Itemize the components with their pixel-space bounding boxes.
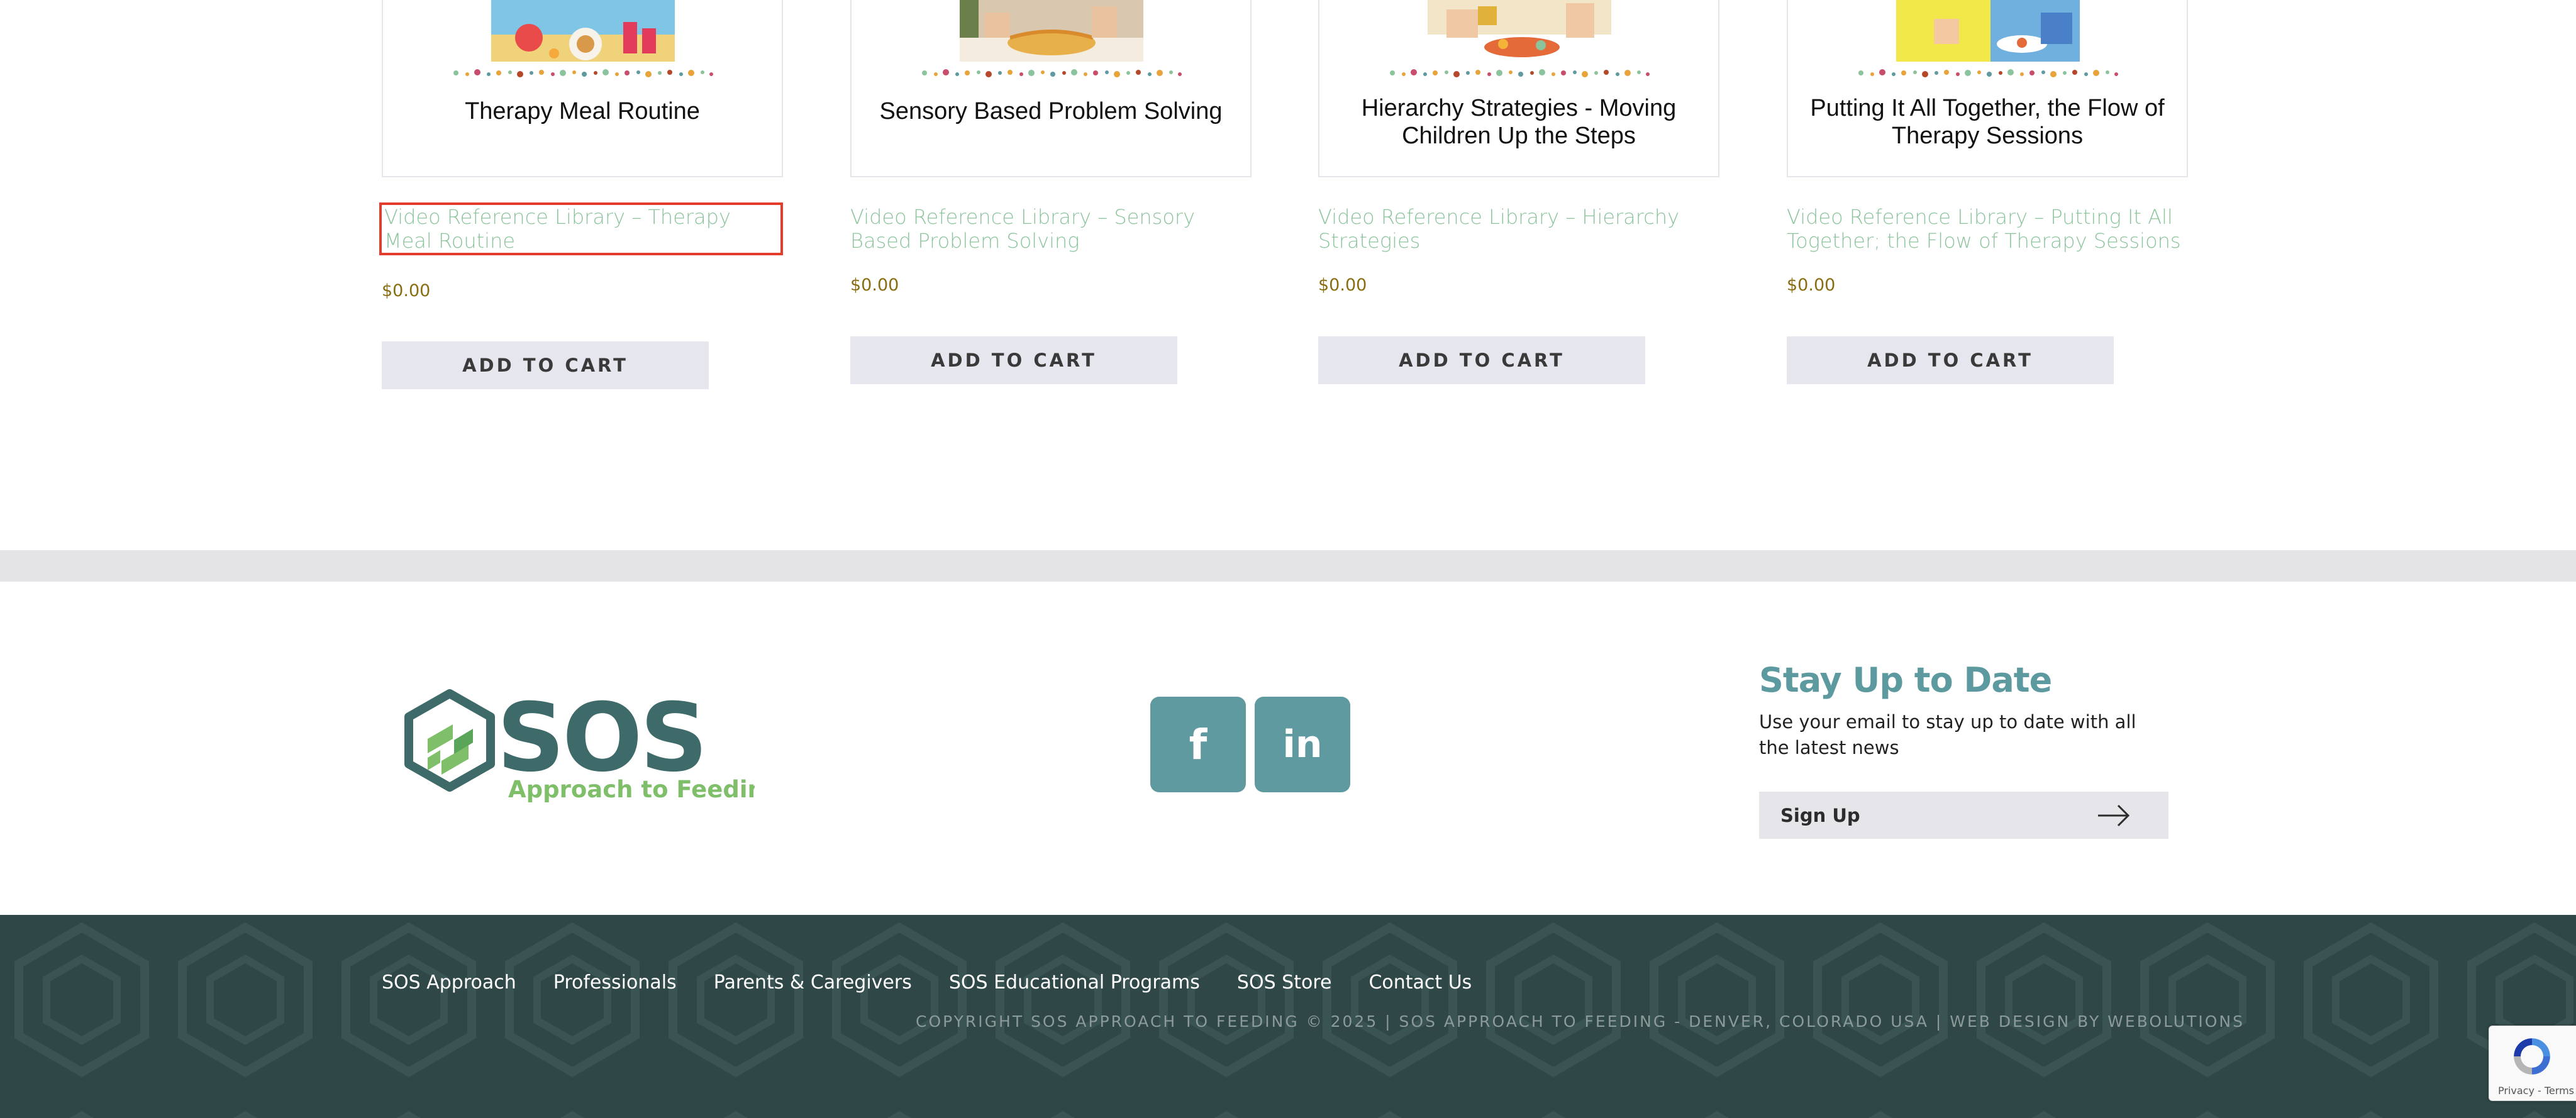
product-link[interactable]: Video Reference Library – Hierarchy Stra… (1318, 205, 1714, 253)
footer-nav-contact-us[interactable]: Contact Us (1368, 971, 1472, 993)
product-link[interactable]: Video Reference Library – Putting It All… (1787, 205, 2183, 253)
footer-nav: SOS Approach Professionals Parents & Car… (382, 971, 1509, 993)
recaptcha-badge[interactable]: Privacy - Terms (2489, 1026, 2576, 1101)
product-card: Sensory Based Problem Solving Video Refe… (850, 0, 1252, 384)
decorative-dots (1858, 69, 2118, 77)
card-title[interactable]: Putting It All Together, the Flow of The… (1801, 94, 2174, 150)
product-thumbnail-box[interactable]: Hierarchy Strategies - Moving Children U… (1318, 0, 1719, 177)
footer-nav-sos-approach[interactable]: SOS Approach (382, 971, 516, 993)
add-to-cart-button[interactable]: ADD TO CART (850, 336, 1177, 384)
product-price: $0.00 (850, 275, 899, 295)
add-to-cart-button[interactable]: ADD TO CART (382, 341, 709, 389)
copyright-text: COPYRIGHT SOS APPROACH TO FEEDING © 2025… (916, 1012, 2245, 1031)
newsletter-text: Use your email to stay up to date with a… (1759, 711, 2136, 758)
product-card: Hierarchy Strategies - Moving Children U… (1318, 0, 1719, 384)
card-title[interactable]: Therapy Meal Routine (396, 97, 769, 125)
logo-sub-text: Approach to Feeding (508, 776, 755, 803)
product-grid: Therapy Meal Routine Video Reference Lib… (0, 0, 2576, 550)
logo-registered-mark: ® (672, 758, 686, 774)
product-thumbnail-box[interactable]: Sensory Based Problem Solving (850, 0, 1252, 177)
product-image[interactable] (491, 0, 675, 62)
product-price: $0.00 (1787, 275, 1836, 295)
add-to-cart-button[interactable]: ADD TO CART (1787, 336, 2114, 384)
product-card: Putting It All Together, the Flow of The… (1787, 0, 2188, 384)
footer-nav-educational-programs[interactable]: SOS Educational Programs (949, 971, 1200, 993)
product-image[interactable] (1428, 0, 1611, 62)
decorative-dots (453, 69, 713, 77)
decorative-dots (922, 69, 1182, 77)
arrow-right-icon (2098, 804, 2130, 827)
footer-bottom: SOS Approach Professionals Parents & Car… (0, 915, 2576, 1118)
product-link[interactable]: Video Reference Library – Therapy Meal R… (379, 202, 783, 255)
card-title[interactable]: Hierarchy Strategies - Moving Children U… (1332, 94, 1706, 150)
newsletter-title: Stay Up to Date (1759, 660, 2052, 700)
product-link[interactable]: Video Reference Library – Sensory Based … (850, 205, 1246, 253)
footer-nav-professionals[interactable]: Professionals (553, 971, 677, 993)
product-image[interactable] (1896, 0, 2080, 62)
signup-label: Sign Up (1780, 804, 1860, 826)
sos-logo[interactable]: SOS ® Approach to Feeding (402, 689, 755, 808)
recaptcha-icon (2514, 1038, 2550, 1075)
product-thumbnail-box[interactable]: Putting It All Together, the Flow of The… (1787, 0, 2188, 177)
section-divider (0, 550, 2576, 582)
linkedin-icon: in (1282, 722, 1323, 767)
card-title[interactable]: Sensory Based Problem Solving (864, 97, 1238, 125)
signup-button[interactable]: Sign Up (1759, 792, 2168, 839)
product-thumbnail-box[interactable]: Therapy Meal Routine (382, 0, 783, 177)
product-price: $0.00 (382, 281, 431, 301)
footer-nav-parents-caregivers[interactable]: Parents & Caregivers (714, 971, 912, 993)
recaptcha-links[interactable]: Privacy - Terms (2498, 1085, 2574, 1097)
product-image[interactable] (960, 0, 1143, 62)
linkedin-button[interactable]: in (1255, 697, 1350, 792)
decorative-dots (1390, 69, 1650, 77)
product-card: Therapy Meal Routine Video Reference Lib… (379, 0, 783, 389)
product-price: $0.00 (1318, 275, 1367, 295)
footer-nav-sos-store[interactable]: SOS Store (1237, 971, 1332, 993)
facebook-button[interactable]: f (1150, 697, 1246, 792)
facebook-icon: f (1189, 720, 1208, 769)
add-to-cart-button[interactable]: ADD TO CART (1318, 336, 1645, 384)
